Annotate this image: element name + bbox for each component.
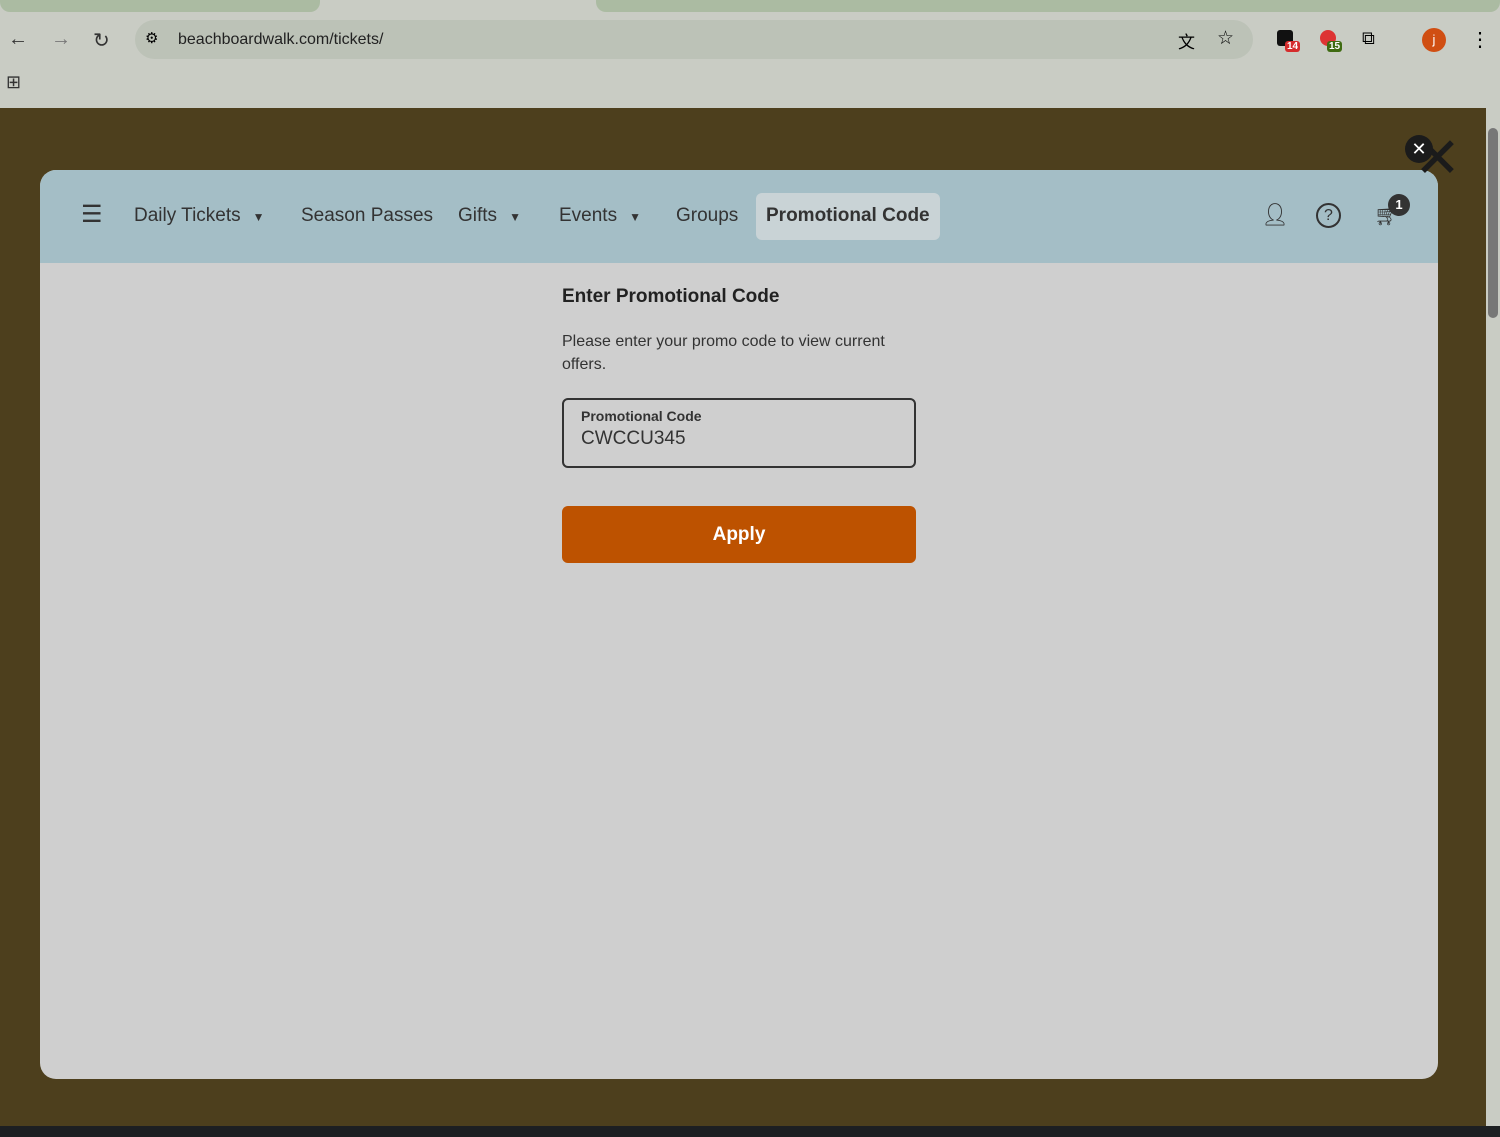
hamburger-menu-icon[interactable]: ☰ [81, 200, 103, 229]
browser-tab[interactable] [0, 0, 320, 12]
url-text[interactable]: beachboardwalk.com/tickets/ [178, 31, 383, 49]
promo-title: Enter Promotional Code [562, 286, 780, 307]
close-button[interactable]: ✕ [1405, 135, 1433, 163]
nav-label: Gifts [458, 205, 498, 226]
nav-promotional-code[interactable]: Promotional Code [756, 193, 940, 240]
account-icon[interactable]: 👤︎ [1261, 202, 1289, 228]
caret-down-icon: ▼ [509, 210, 521, 224]
bookmark-star-icon[interactable]: ☆ [1217, 27, 1234, 50]
caret-down-icon: ▼ [252, 210, 265, 224]
caret-down-icon: ▼ [629, 210, 641, 224]
extension-badge: 15 [1327, 41, 1343, 52]
promo-code-field[interactable]: Promotional Code [562, 398, 916, 468]
nav-groups[interactable]: Groups [676, 205, 738, 227]
main-nav: ☰ Daily Tickets ▼ Season Passes Gifts ▼ Ev… [40, 170, 1438, 263]
nav-events[interactable]: Events ▼ [559, 205, 641, 227]
taskbar [0, 1126, 1500, 1137]
promo-code-label: Promotional Code [581, 408, 702, 424]
site-settings-icon[interactable]: ⚙ [145, 29, 158, 47]
extensions-puzzle-icon[interactable]: ⧉ [1362, 28, 1375, 49]
apply-button[interactable]: Apply [562, 506, 916, 563]
translate-icon[interactable]: 文 [1178, 28, 1195, 53]
profile-avatar[interactable]: j [1422, 28, 1446, 52]
apps-grid-icon[interactable]: ⊞ [6, 72, 21, 93]
nav-daily-tickets[interactable]: Daily Tickets ▼ [134, 205, 265, 227]
cart-count-badge: 1 [1388, 194, 1410, 216]
forward-icon[interactable]: → [51, 28, 71, 51]
help-icon[interactable]: ? [1316, 203, 1341, 228]
nav-label: Daily Tickets [134, 205, 241, 226]
browser-tab[interactable] [596, 0, 1500, 12]
promo-form: Enter Promotional Code Please enter your… [562, 286, 916, 563]
menu-kebab-icon[interactable]: ⋮ [1470, 27, 1490, 52]
tab-strip [0, 0, 1500, 12]
back-icon[interactable]: ← [8, 28, 28, 51]
extension-badge: 14 [1285, 41, 1301, 52]
nav-gifts[interactable]: Gifts ▼ [458, 205, 521, 227]
reload-icon[interactable]: ↻ [93, 28, 110, 53]
promo-description: Please enter your promo code to view cur… [562, 333, 885, 373]
scrollbar-thumb[interactable] [1488, 128, 1498, 318]
address-bar[interactable]: ⚙ beachboardwalk.com/tickets/ 文 ☆ [135, 20, 1253, 59]
scrollbar[interactable] [1486, 108, 1500, 1126]
nav-season-passes[interactable]: Season Passes [301, 205, 433, 227]
promo-code-input[interactable] [581, 428, 897, 450]
nav-label: Events [559, 205, 618, 226]
promo-modal: ☰ Daily Tickets ▼ Season Passes Gifts ▼ Ev… [40, 170, 1438, 1079]
